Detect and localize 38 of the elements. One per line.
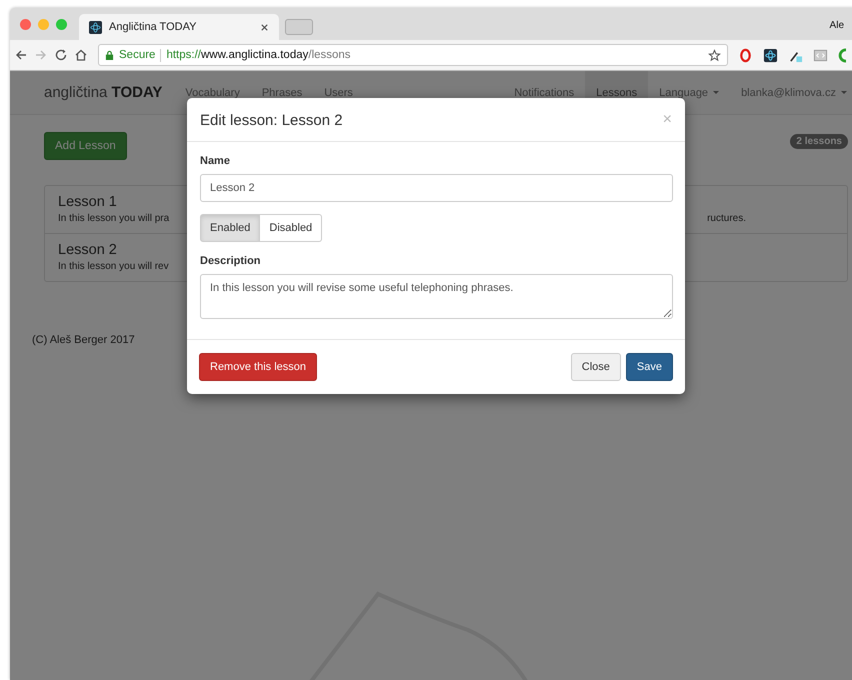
secure-label: Secure bbox=[119, 49, 156, 61]
close-button[interactable]: Close bbox=[570, 353, 621, 381]
code-icon[interactable] bbox=[813, 48, 828, 62]
profile-name[interactable]: Ale bbox=[830, 20, 844, 31]
nav-dropdown[interactable]: Language bbox=[648, 71, 730, 114]
description-text-area[interactable]: In this lesson you will revise some useful telephoning phrases. bbox=[200, 274, 673, 319]
atom-icon bbox=[89, 20, 102, 34]
home-icon[interactable] bbox=[74, 48, 88, 62]
status-toggle-button[interactable]: Enabled bbox=[200, 214, 260, 242]
remove-lesson-button[interactable]: Remove this lesson bbox=[199, 353, 317, 381]
atom-icon[interactable] bbox=[763, 48, 778, 62]
brand-logo[interactable]: angličtina TODAY bbox=[44, 84, 162, 101]
back-icon[interactable] bbox=[14, 48, 28, 62]
lesson-count-badge: 2 lessons bbox=[790, 134, 848, 149]
address-bar[interactable]: Secure https://www.anglictina.today/lessons bbox=[98, 44, 728, 66]
nav-dropdown[interactable]: blanka@klimova.cz bbox=[730, 71, 852, 114]
bookmark-star-icon[interactable] bbox=[708, 48, 721, 62]
lesson-title: Lesson 2 bbox=[58, 242, 118, 258]
lesson-description: In this lesson you will rev bbox=[58, 261, 169, 272]
reload-icon[interactable] bbox=[54, 48, 68, 62]
close-window-icon[interactable] bbox=[20, 18, 31, 30]
browser-tab[interactable]: Angličtina TODAY bbox=[79, 14, 279, 40]
dialog-title: Edit lesson: Lesson 2 bbox=[200, 112, 343, 128]
lesson-description: In this lesson you will pra bbox=[58, 213, 170, 224]
footer-text: (C) Aleš Berger 2017 bbox=[32, 334, 135, 346]
tab-title: Angličtina TODAY bbox=[109, 21, 198, 33]
field-label: Description bbox=[200, 255, 261, 267]
url-text: https://www.anglictina.today/lessons bbox=[166, 49, 352, 61]
ring-icon[interactable] bbox=[738, 48, 753, 62]
lock-icon bbox=[105, 50, 114, 60]
save-button[interactable]: Save bbox=[626, 353, 673, 381]
close-tab-icon[interactable] bbox=[260, 22, 269, 32]
add-lesson-button[interactable]: Add Lesson bbox=[44, 132, 127, 160]
field-label: Name bbox=[200, 155, 230, 167]
lesson-title: Lesson 1 bbox=[58, 194, 118, 210]
lesson-description: ructures. bbox=[707, 213, 746, 224]
status-toggle-button[interactable]: Disabled bbox=[260, 214, 322, 242]
name-input-field[interactable]: Lesson 2 bbox=[200, 174, 673, 202]
